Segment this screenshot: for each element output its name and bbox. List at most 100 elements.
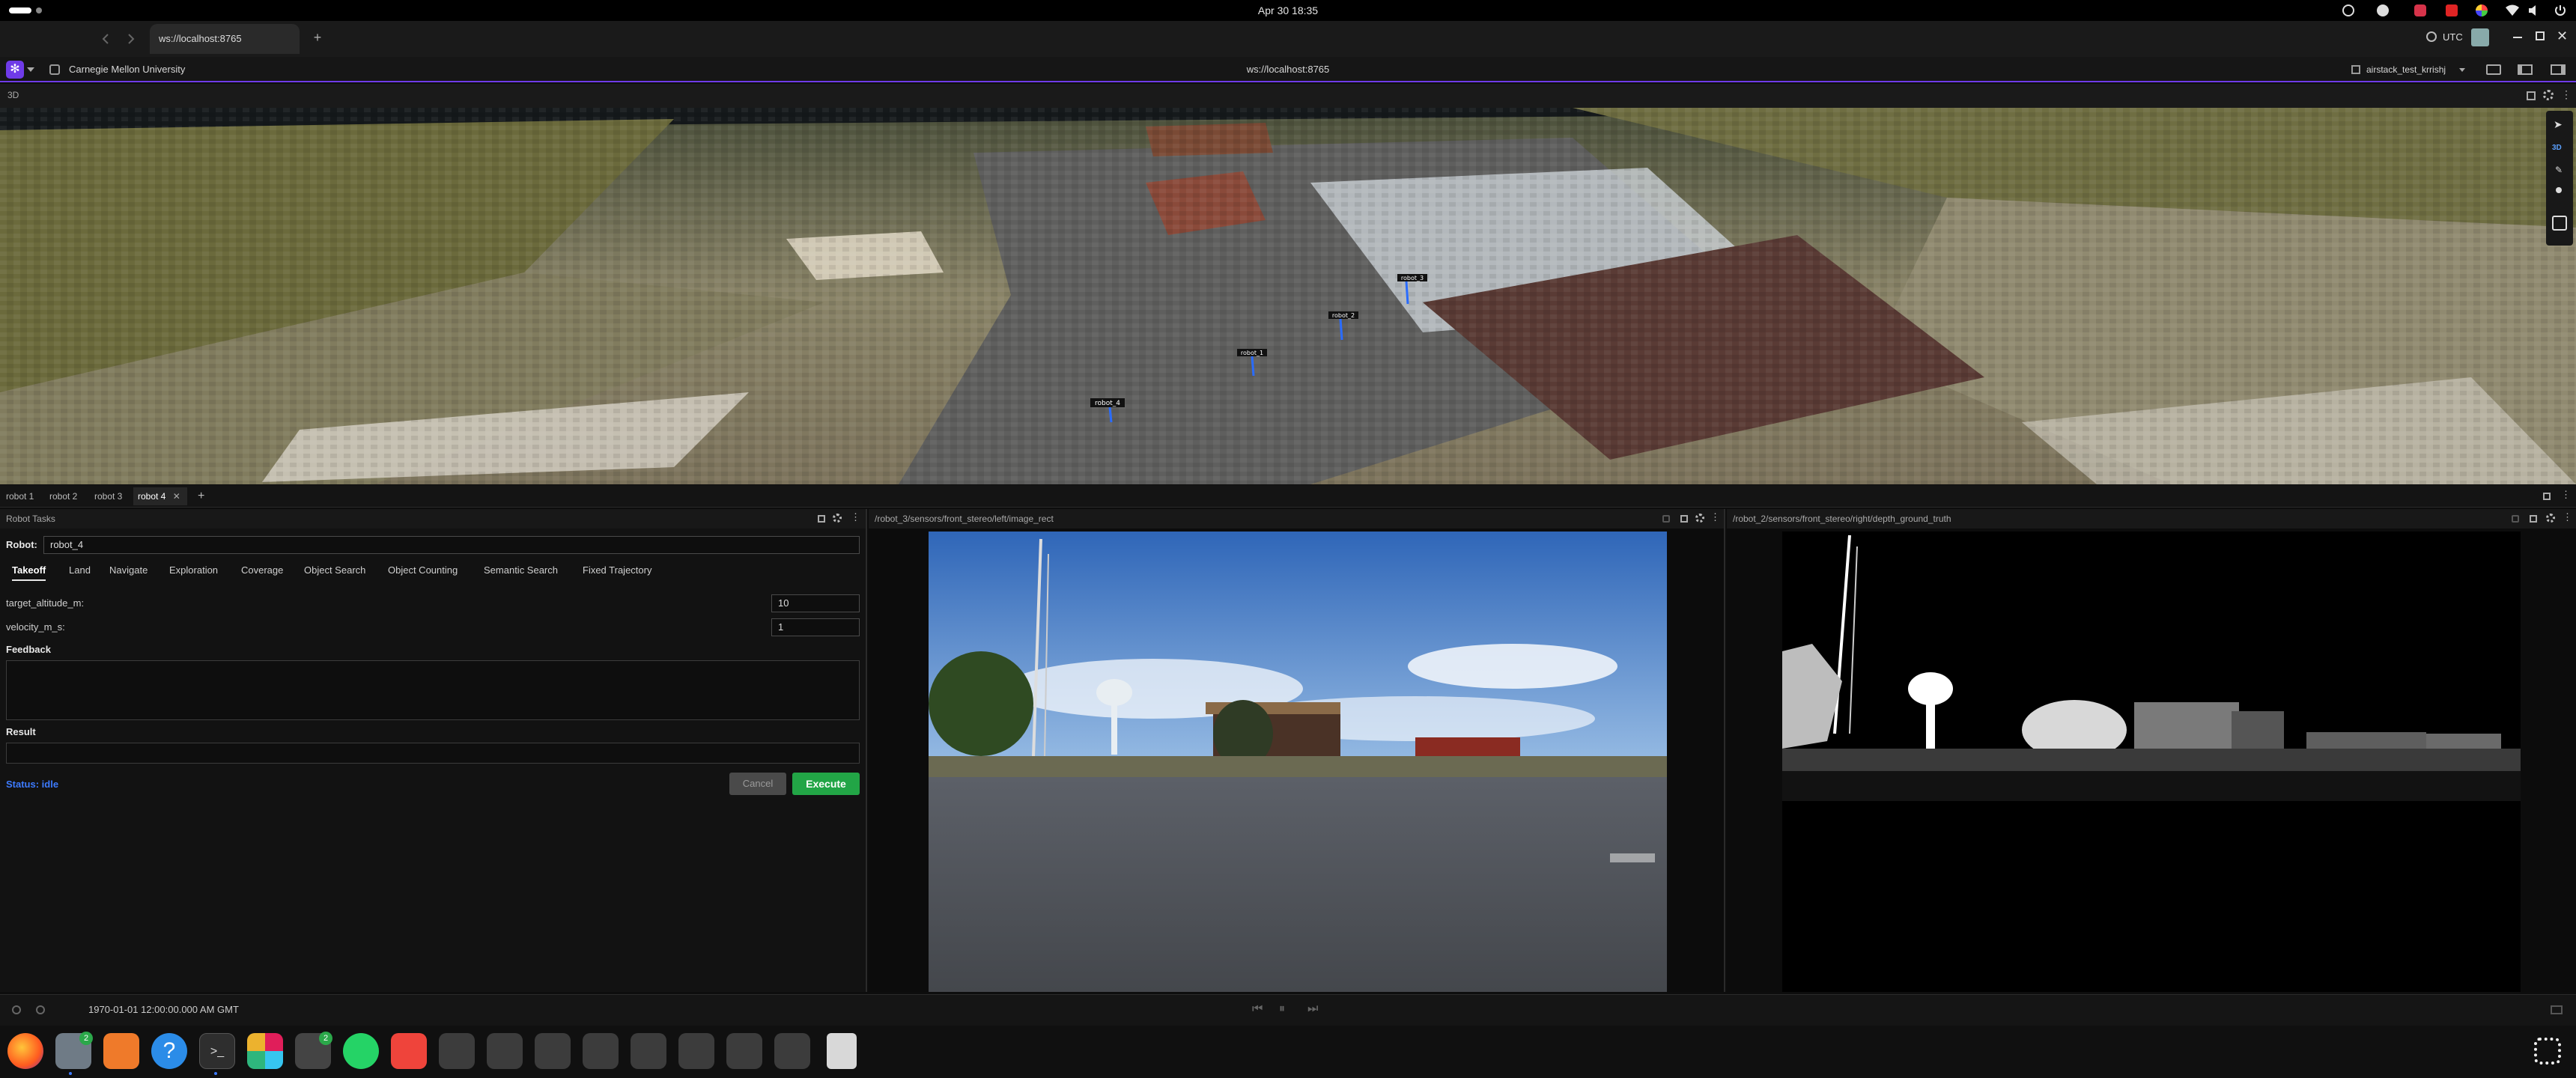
camera-topic[interactable]: /robot_3/sensors/front_stereo/left/image… [875, 514, 1054, 524]
gear-icon[interactable] [535, 1033, 571, 1069]
tab-land[interactable]: Land [69, 560, 91, 581]
slack-icon[interactable] [247, 1033, 283, 1069]
gear-icon[interactable] [583, 1033, 619, 1069]
seek-back-icon[interactable]: ⏮ [1252, 1002, 1263, 1016]
volume-icon[interactable] [2528, 4, 2540, 16]
tab-navigate[interactable]: Navigate [109, 560, 148, 581]
more-icon[interactable]: ⋮ [2561, 88, 2572, 101]
clock[interactable]: Apr 30 18:35 [1198, 0, 1378, 21]
help-icon[interactable]: ? [151, 1033, 187, 1069]
3d-scene-viewport[interactable]: robot_3 robot_2 robot_1 robot_4 ➤ 3D ✎ [0, 108, 2576, 484]
whatsapp-icon[interactable] [343, 1033, 379, 1069]
point-icon[interactable] [2556, 187, 2562, 193]
gear-icon[interactable] [631, 1033, 666, 1069]
robot-select[interactable]: robot_4 [43, 536, 860, 554]
org-name[interactable]: Carnegie Mellon University [69, 57, 185, 82]
tab-robot-2[interactable]: robot 2 [45, 487, 82, 505]
connection-url[interactable]: ws://localhost:8765 [1198, 57, 1378, 82]
gear-icon[interactable] [774, 1033, 810, 1069]
right-sidebar-icon[interactable] [2551, 64, 2566, 75]
tab-robot-1[interactable]: robot 1 [1, 487, 38, 505]
tab-coverage[interactable]: Coverage [241, 560, 283, 581]
camera-eye-icon[interactable] [1662, 515, 1670, 523]
app-store-icon[interactable] [103, 1033, 139, 1069]
gear-icon[interactable] [726, 1033, 762, 1069]
close-window-icon[interactable]: ✕ [2557, 28, 2568, 44]
depth-more-icon[interactable]: ⋮ [2563, 511, 2572, 523]
follow-icon[interactable] [2552, 216, 2567, 231]
camera-settings-icon[interactable] [1695, 514, 1704, 523]
browser-tab[interactable]: ws://localhost:8765 [150, 24, 300, 54]
tab-object-counting[interactable]: Object Counting [388, 560, 458, 581]
velocity-input[interactable]: 1 [771, 618, 860, 636]
3d-view-icon[interactable]: 3D [2552, 144, 2562, 152]
camera-more-icon[interactable]: ⋮ [1710, 511, 1720, 523]
tab-semantic-search[interactable]: Semantic Search [484, 560, 558, 581]
camera-panel-header: /robot_3/sensors/front_stereo/left/image… [869, 509, 1724, 529]
maximize-icon[interactable] [2536, 31, 2545, 40]
execute-button[interactable]: Execute [792, 773, 860, 795]
depth-topic[interactable]: /robot_2/sensors/front_stereo/right/dept… [1733, 514, 1951, 524]
workspace-dot[interactable] [36, 7, 42, 13]
terrain-pointcloud[interactable]: robot_3 robot_2 robot_1 robot_4 [0, 108, 2576, 484]
depth-eye-icon[interactable] [2512, 515, 2519, 523]
keyboard-icon[interactable] [2551, 1005, 2563, 1014]
power-icon[interactable] [2554, 4, 2567, 17]
gear-icon[interactable] [439, 1033, 475, 1069]
tasks-more-icon[interactable]: ⋮ [851, 511, 860, 523]
select-icon[interactable]: ➤ [2554, 118, 2563, 131]
avatar[interactable] [2471, 28, 2489, 46]
tab-takeoff[interactable]: Takeoff [12, 560, 46, 581]
tasks-fullscreen-icon[interactable] [818, 515, 825, 523]
layout-name[interactable]: airstack_test_krrishj [2366, 57, 2446, 82]
info-icon[interactable] [12, 1005, 21, 1014]
record-icon[interactable] [2342, 4, 2354, 16]
alert-icon[interactable] [2446, 4, 2458, 16]
fullscreen-icon[interactable] [2527, 91, 2536, 100]
tab-robot-3[interactable]: robot 3 [90, 487, 127, 505]
back-icon[interactable] [100, 33, 112, 45]
foxglove-logo-icon[interactable]: ✻ [6, 61, 24, 79]
monitor-icon[interactable] [2486, 64, 2501, 75]
ruler-icon[interactable]: ✎ [2555, 165, 2563, 175]
tab-robot-4[interactable]: robot 4 ✕ [133, 487, 187, 505]
chrome-icon[interactable] [2476, 4, 2488, 16]
gear-icon[interactable] [678, 1033, 714, 1069]
app-indicator-icon[interactable] [2414, 4, 2426, 16]
chevron-down-icon[interactable] [27, 67, 34, 72]
tab-fixed-trajectory[interactable]: Fixed Trajectory [583, 560, 651, 581]
gear-icon[interactable] [487, 1033, 523, 1069]
playback-timestamp[interactable]: 1970-01-01 12:00:00.000 AM GMT [88, 1004, 239, 1015]
depth-fullscreen-icon[interactable] [2530, 515, 2537, 523]
minimize-icon[interactable] [2513, 37, 2522, 38]
depth-settings-icon[interactable] [2546, 514, 2555, 523]
tabs-fullscreen-icon[interactable] [2543, 493, 2551, 500]
seek-forward-icon[interactable]: ⏭ [1307, 1002, 1318, 1016]
app-grid-icon[interactable] [2534, 1038, 2561, 1065]
left-sidebar-icon[interactable] [2518, 64, 2533, 75]
trash-icon[interactable] [827, 1033, 857, 1069]
layout-chevron-icon[interactable] [2459, 68, 2465, 72]
clock-icon[interactable] [36, 1005, 45, 1014]
play-pause-icon[interactable]: ⏸ [1279, 1002, 1285, 1016]
firefox-icon[interactable] [7, 1033, 43, 1069]
wifi-icon[interactable] [2506, 4, 2519, 16]
anydesk-icon[interactable] [391, 1033, 427, 1069]
close-tab-icon[interactable]: ✕ [173, 491, 180, 502]
tasks-settings-icon[interactable] [833, 514, 842, 523]
forward-icon[interactable] [124, 33, 136, 45]
tab-object-search[interactable]: Object Search [304, 560, 365, 581]
tab-exploration[interactable]: Exploration [169, 560, 218, 581]
camera-fullscreen-icon[interactable] [1680, 515, 1688, 523]
new-tab-button[interactable]: + [310, 30, 325, 45]
workspace-indicator[interactable] [9, 7, 31, 13]
terminal-icon[interactable]: >_ [199, 1033, 235, 1069]
steam-icon[interactable] [2377, 4, 2389, 16]
camera-image[interactable] [929, 532, 1667, 992]
tabs-more-icon[interactable]: ⋮ [2561, 489, 2571, 501]
add-tab-button[interactable]: + [193, 487, 209, 505]
depth-image[interactable] [1782, 532, 2521, 992]
settings-icon[interactable] [2543, 90, 2554, 100]
cancel-button[interactable]: Cancel [729, 773, 786, 795]
target-altitude-input[interactable]: 10 [771, 594, 860, 612]
